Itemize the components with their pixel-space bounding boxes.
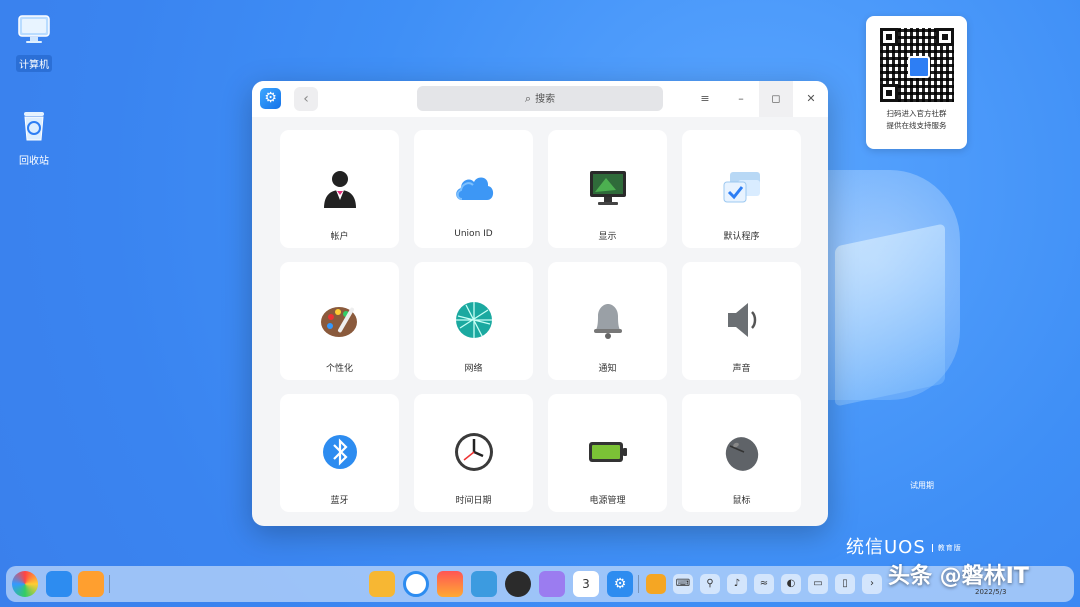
item-label: 蓝牙 [330,496,349,506]
item-label: 个性化 [325,364,353,374]
desktop-icon-label: 回收站 [19,156,49,167]
music-icon[interactable] [505,571,531,597]
app-store-icon[interactable] [437,571,463,597]
qr-caption-line1: 扫码进入官方社群 [886,109,947,118]
brand-name: 统信UOS [846,537,926,558]
dock-date: 2022/5/3 [975,588,1007,596]
mouse-icon [725,437,759,471]
control-center-window: ⚙ ‹ ⌕ 搜索 ≡ – ◻ ✕ 帐户 Union ID 显示 默认程序 个性化… [252,81,828,526]
menu-button[interactable]: ≡ [688,81,722,117]
settings-item-network[interactable]: 网络 [414,262,533,380]
settings-item-display[interactable]: 显示 [548,130,667,248]
contacts-icon[interactable] [539,571,565,597]
expand-arrow-icon[interactable]: › [862,574,882,594]
item-label: 显示 [598,232,617,242]
trash-icon [24,112,44,141]
file-manager-icon[interactable] [369,571,395,597]
speaker-icon [728,303,757,337]
maximize-button[interactable]: ◻ [759,81,793,117]
item-label: 网络 [464,364,483,374]
network-icon [456,302,492,338]
settings-item-bluetooth[interactable]: 蓝牙 [280,394,399,512]
qr-code [879,28,954,102]
battery-tray-icon[interactable]: ▭ [808,574,828,594]
minimize-button[interactable]: – [724,81,758,117]
settings-icon[interactable]: ⚙ [607,571,633,597]
item-label: 帐户 [330,232,349,242]
brand-logo: 统信UOS 教育版 [846,533,962,559]
computer-icon [18,15,50,43]
desktop-icon-label: 计算机 [16,55,52,72]
cloud-icon [456,177,494,200]
bluetooth-icon [323,435,357,469]
settings-item-date-time[interactable]: 时间日期 [414,394,533,512]
settings-item-sound[interactable]: 声音 [682,262,801,380]
settings-item-account[interactable]: 帐户 [280,130,399,248]
dock-separator [638,575,639,593]
account-icon [324,171,356,208]
settings-app-icon: ⚙ [260,88,281,109]
multitask-view-icon[interactable] [78,571,104,597]
desktop-icon-computer[interactable]: 计算机 [4,12,64,72]
qr-caption-line2: 提供在线支持服务 [886,121,947,130]
launcher-icon[interactable] [12,571,38,597]
close-button[interactable]: ✕ [794,81,828,117]
palette-icon [321,307,357,337]
watermark-text: 头条 @磐林IT [888,564,1029,589]
dock-separator [109,575,110,593]
show-desktop-icon[interactable] [46,571,72,597]
settings-item-notifications[interactable]: 通知 [548,262,667,380]
item-label: Union ID [454,229,493,239]
volume-icon[interactable]: ♪ [727,574,747,594]
qr-logo-icon [907,56,930,78]
item-label: 鼠标 [732,496,751,506]
item-label: 时间日期 [455,496,492,506]
desktop-icon-trash[interactable]: 回收站 [4,108,64,168]
brand-edition: 教育版 [931,544,962,552]
settings-item-union-id[interactable]: Union ID [414,130,533,248]
battery-icon [589,442,627,462]
item-label: 电源管理 [589,496,626,506]
wallpaper-decoration [835,223,945,407]
search-icon: ⌕ [524,92,532,105]
back-button[interactable]: ‹ [294,87,318,111]
search-input[interactable]: ⌕ 搜索 [417,86,663,111]
keyboard-icon[interactable]: ⌨ [673,574,693,594]
default-apps-icon [723,172,760,203]
usb-icon[interactable]: ⚲ [700,574,720,594]
item-label: 通知 [598,364,617,374]
settings-item-mouse[interactable]: 鼠标 [682,394,801,512]
settings-item-personalization[interactable]: 个性化 [280,262,399,380]
shield-icon[interactable]: ◐ [781,574,801,594]
settings-item-power[interactable]: 电源管理 [548,394,667,512]
settings-grid: 帐户 Union ID 显示 默认程序 个性化 网络 通知 声音 蓝牙 时间日期… [280,130,801,512]
trial-label: 试用期 [910,481,934,490]
image-viewer-icon[interactable] [471,571,497,597]
phone-icon[interactable]: ▯ [835,574,855,594]
item-label: 默认程序 [723,232,760,242]
display-icon [590,171,626,205]
browser-icon[interactable] [403,571,429,597]
settings-item-default-apps[interactable]: 默认程序 [682,130,801,248]
item-label: 声音 [732,364,751,374]
search-placeholder: 搜索 [535,94,556,105]
titlebar: ⚙ ‹ ⌕ 搜索 ≡ – ◻ ✕ [252,81,828,117]
clock-icon [455,433,493,471]
bell-icon [594,304,622,339]
qr-code-card[interactable]: 扫码进入官方社群 提供在线支持服务 [866,16,967,149]
tray-app-icon[interactable] [646,574,666,594]
wifi-icon[interactable]: ≈ [754,574,774,594]
calendar-icon[interactable]: 3 [573,571,599,597]
